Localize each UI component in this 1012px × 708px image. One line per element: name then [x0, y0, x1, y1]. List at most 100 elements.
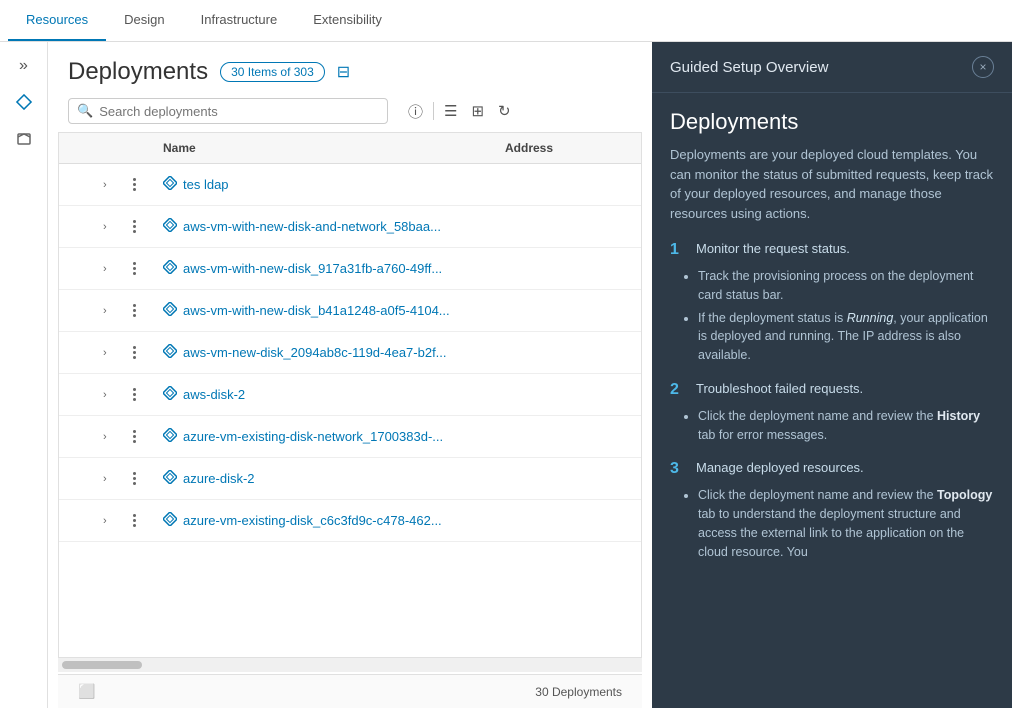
deployment-name[interactable]: azure-vm-existing-disk_c6c3fd9c-c478-462…: [183, 513, 442, 528]
table-row: › aws-disk-2: [59, 374, 641, 416]
footer-count: 30 Deployments: [535, 685, 622, 699]
row-expand[interactable]: ›: [99, 389, 129, 401]
tab-infrastructure[interactable]: Infrastructure: [183, 0, 296, 41]
row-menu-icon[interactable]: [133, 430, 136, 443]
deployment-name[interactable]: aws-vm-with-new-disk_917a31fb-a760-49ff.…: [183, 261, 442, 276]
header-checkbox: [59, 133, 99, 163]
tab-design[interactable]: Design: [106, 0, 182, 41]
table-row: › azure-vm-existing-disk-network_1700383…: [59, 416, 641, 458]
row-menu-icon[interactable]: [133, 472, 136, 485]
row-expand[interactable]: ›: [99, 347, 129, 359]
toolbar-divider: [433, 102, 434, 120]
tab-resources[interactable]: Resources: [8, 0, 106, 41]
info-icon[interactable]: ⓘ: [404, 99, 427, 124]
step-3-header: 3 Manage deployed resources.: [670, 460, 994, 478]
row-menu-icon[interactable]: [133, 178, 136, 191]
row-menu-icon[interactable]: [133, 262, 136, 275]
row-expand[interactable]: ›: [99, 473, 129, 485]
cube-sidebar-icon[interactable]: [8, 122, 40, 154]
row-actions[interactable]: [129, 220, 159, 233]
step-1-number: 1: [670, 241, 686, 259]
table-row: › azure-disk-2: [59, 458, 641, 500]
list-view-icon[interactable]: ☰: [440, 100, 461, 122]
deployment-name[interactable]: aws-vm-new-disk_2094ab8c-119d-4ea7-b2f..…: [183, 345, 447, 360]
row-expand[interactable]: ›: [99, 515, 129, 527]
row-menu-icon[interactable]: [133, 346, 136, 359]
row-actions[interactable]: [129, 430, 159, 443]
search-bar: 🔍 ⓘ ☰ ⊞ ↻: [48, 94, 652, 132]
table-footer: ⬜ 30 Deployments: [58, 674, 642, 708]
guided-step-3: 3 Manage deployed resources. Click the d…: [670, 460, 994, 561]
deployment-icon: [163, 344, 177, 361]
table-row: › aws-vm-with-new-disk_b41a1248-a0f5-410…: [59, 290, 641, 332]
header-expand: [99, 133, 129, 163]
row-expand[interactable]: ›: [99, 263, 129, 275]
expand-chevron-icon[interactable]: ›: [103, 473, 107, 485]
expand-chevron-icon[interactable]: ›: [103, 389, 107, 401]
row-actions[interactable]: [129, 346, 159, 359]
diamond-sidebar-icon[interactable]: [8, 86, 40, 118]
row-expand[interactable]: ›: [99, 431, 129, 443]
step-2-bullets: Click the deployment name and review the…: [698, 407, 994, 445]
guided-close-button[interactable]: ×: [972, 56, 994, 78]
filter-icon[interactable]: ⊟: [337, 62, 350, 82]
table-row: › azure-vm-existing-disk_c6c3fd9c-c478-4…: [59, 500, 641, 542]
deployment-icon: [163, 176, 177, 193]
row-actions[interactable]: [129, 514, 159, 527]
expand-chevron-icon[interactable]: ›: [103, 179, 107, 191]
deployment-name[interactable]: tes ldap: [183, 177, 229, 192]
step-1-bullets: Track the provisioning process on the de…: [698, 267, 994, 365]
tab-extensibility[interactable]: Extensibility: [295, 0, 400, 41]
expand-chevron-icon[interactable]: ›: [103, 263, 107, 275]
deployment-icon: [163, 470, 177, 487]
row-actions[interactable]: [129, 388, 159, 401]
split-pane-icon[interactable]: ⬜: [78, 683, 95, 700]
column-name: Name: [159, 133, 501, 163]
step-3-number: 3: [670, 460, 686, 478]
guided-header: Guided Setup Overview ×: [652, 42, 1012, 93]
row-menu-icon[interactable]: [133, 514, 136, 527]
deployment-icon: [163, 386, 177, 403]
table-body: › tes ldap: [59, 164, 641, 657]
expand-chevron-icon[interactable]: ›: [103, 347, 107, 359]
row-menu-icon[interactable]: [133, 388, 136, 401]
row-menu-icon[interactable]: [133, 220, 136, 233]
grid-view-icon[interactable]: ⊞: [467, 100, 488, 122]
step-1-bullet-2: If the deployment status is Running, you…: [698, 309, 994, 365]
guided-intro-text: Deployments are your deployed cloud temp…: [670, 145, 994, 223]
deployment-icon: [163, 260, 177, 277]
deployment-name[interactable]: azure-disk-2: [183, 471, 255, 486]
table-header: Name Address: [59, 133, 641, 164]
search-icon: 🔍: [77, 103, 93, 119]
row-name: azure-vm-existing-disk_c6c3fd9c-c478-462…: [159, 512, 501, 529]
row-actions[interactable]: [129, 262, 159, 275]
deployment-name[interactable]: aws-disk-2: [183, 387, 245, 402]
search-input[interactable]: [99, 104, 379, 119]
horizontal-scrollbar[interactable]: [58, 658, 642, 672]
chevrons-sidebar-icon[interactable]: »: [8, 50, 40, 82]
item-badge: 30 Items of 303: [220, 62, 325, 82]
deployment-name[interactable]: azure-vm-existing-disk-network_1700383d-…: [183, 429, 443, 444]
guided-section-title: Deployments: [670, 109, 994, 135]
expand-chevron-icon[interactable]: ›: [103, 431, 107, 443]
expand-chevron-icon[interactable]: ›: [103, 221, 107, 233]
expand-chevron-icon[interactable]: ›: [103, 305, 107, 317]
column-address: Address: [501, 133, 641, 163]
search-input-wrap[interactable]: 🔍: [68, 98, 388, 124]
row-menu-icon[interactable]: [133, 304, 136, 317]
row-expand[interactable]: ›: [99, 179, 129, 191]
expand-chevron-icon[interactable]: ›: [103, 515, 107, 527]
step-2-title: Troubleshoot failed requests.: [696, 381, 863, 396]
deployment-name[interactable]: aws-vm-with-new-disk-and-network_58baa..…: [183, 219, 441, 234]
row-expand[interactable]: ›: [99, 305, 129, 317]
refresh-icon[interactable]: ↻: [494, 100, 515, 122]
hscroll-thumb[interactable]: [62, 661, 142, 669]
row-actions[interactable]: [129, 472, 159, 485]
guided-setup-panel: Guided Setup Overview × Deployments Depl…: [652, 42, 1012, 708]
step-1-title: Monitor the request status.: [696, 241, 850, 256]
row-actions[interactable]: [129, 178, 159, 191]
row-actions[interactable]: [129, 304, 159, 317]
header-actions: [129, 133, 159, 163]
row-expand[interactable]: ›: [99, 221, 129, 233]
deployment-name[interactable]: aws-vm-with-new-disk_b41a1248-a0f5-4104.…: [183, 303, 450, 318]
